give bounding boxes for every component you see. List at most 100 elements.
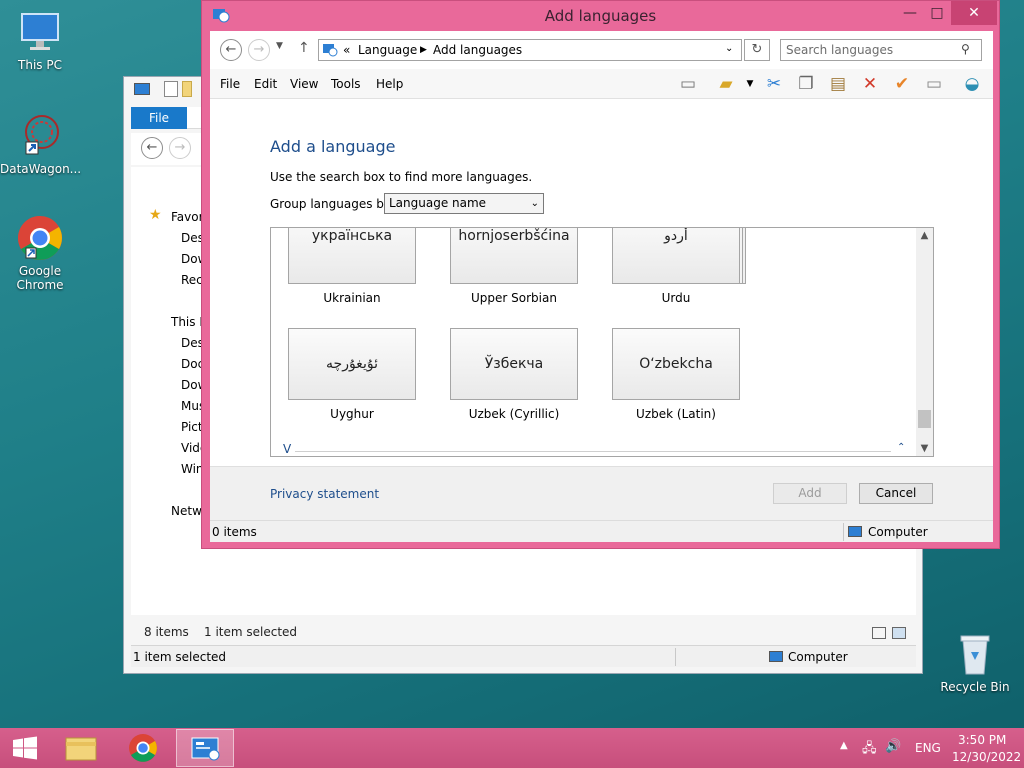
- language-list[interactable]: українська Ukrainian hornjoserbšćina Upp…: [270, 227, 934, 457]
- language-label-uzbek-latin: Uzbek (Latin): [636, 407, 716, 421]
- language-tile-uzbek-cyrillic[interactable]: Ўзбекча: [450, 328, 578, 400]
- scroll-up-icon[interactable]: ▲: [916, 230, 933, 241]
- vertical-scrollbar[interactable]: ▲ ▼: [916, 228, 933, 456]
- group-by-select[interactable]: Language name ⌄: [384, 193, 544, 214]
- shell-icon[interactable]: ◒: [960, 72, 984, 96]
- language-tile-uyghur[interactable]: ئۇيغۇرچە: [288, 328, 416, 400]
- forward-button[interactable]: →: [169, 137, 191, 159]
- bottom-selected-text: 1 item selected: [133, 650, 227, 664]
- network-icon[interactable]: 🖧: [862, 739, 877, 761]
- bottom-computer-text: Computer: [788, 650, 848, 664]
- language-tile-ukrainian[interactable]: українська: [288, 228, 416, 284]
- windows-logo-icon: [13, 736, 37, 760]
- desktop-icon-label: DataWagon...: [0, 162, 82, 176]
- nav-pc-pictures[interactable]: Pict: [181, 420, 203, 434]
- add-languages-window[interactable]: Add languages — □ ✕ ← → ▼ ↑ « Language ▶…: [201, 0, 1000, 549]
- status-separator: [843, 523, 844, 541]
- volume-icon[interactable]: 🔊: [885, 739, 901, 754]
- taskbar-file-explorer[interactable]: [52, 729, 110, 767]
- search-input[interactable]: [780, 39, 982, 61]
- dialog-footer: Privacy statement Add Cancel: [210, 466, 993, 520]
- background-bottom-status: 1 item selected Computer: [131, 645, 916, 667]
- language-label-upper-sorbian: Upper Sorbian: [471, 291, 557, 305]
- language-label-urdu: Urdu: [661, 291, 691, 305]
- instruction-text: Use the search box to find more language…: [270, 170, 533, 184]
- nav-network[interactable]: Netw: [171, 504, 202, 518]
- desktop-icon-datawagon[interactable]: DataWagon...: [0, 112, 82, 176]
- large-icons-view-icon[interactable]: [892, 627, 906, 639]
- desktop-icon-chrome[interactable]: Google Chrome: [0, 214, 80, 292]
- desktop-icon-recycle-bin[interactable]: Recycle Bin: [935, 630, 1015, 694]
- dialog-body: ← → ▼ ↑ « Language ▶ Add languages ⌄ ↻ ⚲…: [210, 31, 993, 542]
- details-view-icon[interactable]: [872, 627, 886, 639]
- breadcrumb-language[interactable]: Language: [358, 43, 417, 57]
- computer-icon: [848, 526, 862, 537]
- folder-options-dropdown-icon[interactable]: ▼: [738, 72, 762, 96]
- menu-view[interactable]: View: [290, 77, 318, 91]
- taskbar-chrome[interactable]: [114, 729, 172, 767]
- title-bar[interactable]: Add languages — □ ✕: [202, 1, 999, 31]
- search-icon[interactable]: ⚲: [961, 42, 970, 56]
- pane-layout-icon[interactable]: ▭: [676, 72, 700, 96]
- properties-icon[interactable]: [164, 81, 178, 97]
- up-arrow-icon[interactable]: ↑: [298, 40, 310, 56]
- address-location-icon: [322, 43, 338, 57]
- star-icon: ★: [149, 207, 162, 223]
- language-tile-upper-sorbian[interactable]: hornjoserbšćina: [450, 228, 578, 284]
- privacy-statement-link[interactable]: Privacy statement: [270, 487, 379, 501]
- folder-options-icon[interactable]: ▰: [714, 72, 738, 96]
- menu-file[interactable]: File: [220, 77, 240, 91]
- breadcrumb-add-languages[interactable]: Add languages: [433, 43, 522, 57]
- collapse-group-icon[interactable]: ⌃: [897, 442, 905, 453]
- language-tile-urdu[interactable]: أردو: [612, 228, 740, 284]
- desktop-icon-label: This PC: [18, 58, 62, 72]
- window-title: Add languages: [544, 7, 657, 25]
- language-tile-uzbek-latin[interactable]: O‘zbekcha: [612, 328, 740, 400]
- recent-locations-icon[interactable]: ▼: [276, 41, 283, 51]
- scroll-down-icon[interactable]: ▼: [916, 443, 933, 454]
- copy-icon[interactable]: ❐: [794, 72, 818, 96]
- start-button[interactable]: [0, 729, 50, 767]
- input-language-indicator[interactable]: ENG: [915, 741, 941, 755]
- back-button[interactable]: ←: [141, 137, 163, 159]
- datawagon-icon: [16, 112, 64, 160]
- add-button[interactable]: Add: [773, 483, 847, 504]
- show-hidden-icons[interactable]: ▲: [840, 740, 848, 751]
- checkmark-icon[interactable]: ✔: [890, 72, 914, 96]
- ribbon-file-tab[interactable]: File: [131, 107, 187, 129]
- paste-icon[interactable]: ▤: [826, 72, 850, 96]
- address-dropdown-icon[interactable]: ⌄: [725, 43, 733, 54]
- cancel-button[interactable]: Cancel: [859, 483, 933, 504]
- menu-bar: File Edit View Tools Help ▭ ▰ ▼ ✂ ❐ ▤ ✕ …: [210, 69, 993, 99]
- nav-fav-recent[interactable]: Rec: [181, 273, 203, 287]
- language-label-uzbek-cyrillic: Uzbek (Cyrillic): [468, 407, 560, 421]
- menu-help[interactable]: Help: [376, 77, 403, 91]
- cut-icon[interactable]: ✂: [762, 72, 786, 96]
- nav-favorites[interactable]: Favor: [171, 210, 204, 224]
- close-button[interactable]: ✕: [951, 1, 997, 25]
- chrome-icon: [129, 734, 157, 762]
- recycle-bin-icon: [951, 630, 999, 678]
- properties-icon[interactable]: ▭: [922, 72, 946, 96]
- group-header-letter[interactable]: V: [283, 442, 291, 456]
- breadcrumb-separator-icon: ▶: [420, 45, 427, 55]
- menu-tools[interactable]: Tools: [331, 77, 361, 91]
- background-nav-pane: ★ Favor Des Dow Rec This P Des Doc Dow M…: [131, 167, 207, 615]
- delete-icon[interactable]: ✕: [858, 72, 882, 96]
- taskbar-language-settings[interactable]: [176, 729, 234, 767]
- scroll-thumb[interactable]: [918, 410, 931, 428]
- refresh-button[interactable]: ↻: [744, 39, 770, 61]
- desktop-icon-this-pc[interactable]: This PC: [0, 8, 80, 72]
- clock-time[interactable]: 3:50 PM: [958, 733, 1006, 747]
- desktop-icon-label: Google Chrome: [16, 264, 64, 292]
- clock-date[interactable]: 12/30/2022: [952, 750, 1021, 764]
- folder-quick-icon[interactable]: [182, 81, 192, 97]
- maximize-button[interactable]: □: [922, 1, 952, 25]
- minimize-button[interactable]: —: [895, 1, 925, 25]
- tile-native-name: українська: [311, 228, 393, 244]
- menu-edit[interactable]: Edit: [254, 77, 277, 91]
- address-bar[interactable]: « Language ▶ Add languages ⌄: [318, 39, 742, 61]
- forward-button[interactable]: →: [248, 39, 270, 61]
- back-button[interactable]: ←: [220, 39, 242, 61]
- status-bar: 0 items Computer: [210, 520, 993, 542]
